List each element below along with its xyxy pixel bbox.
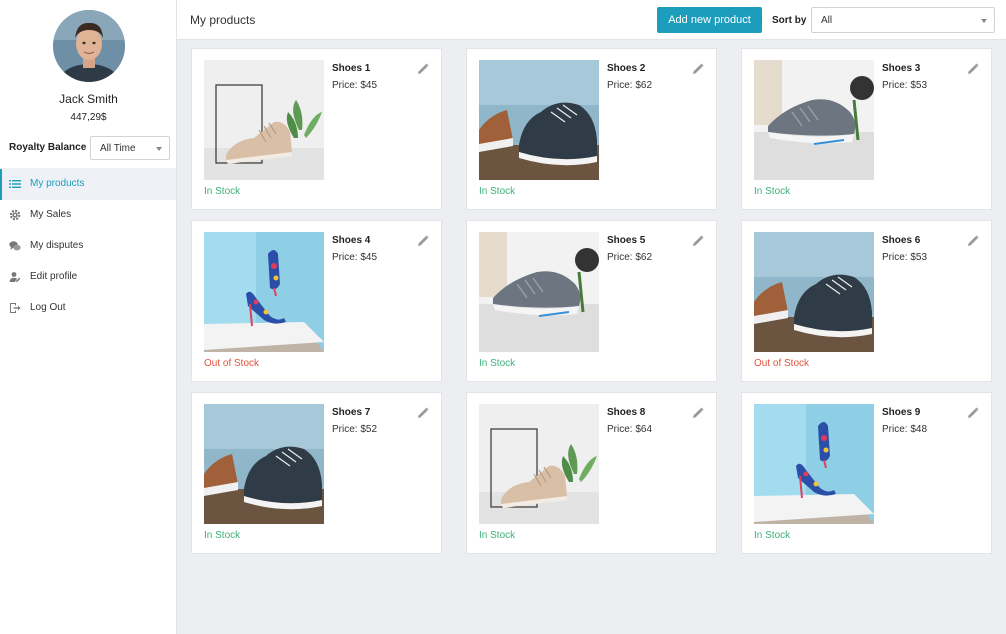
chat-icon xyxy=(9,241,21,251)
logout-icon xyxy=(10,303,21,313)
gear-icon xyxy=(9,209,21,221)
product-card[interactable]: Shoes 3 Price: $53 In Stock xyxy=(741,48,992,210)
product-name: Shoes 9 xyxy=(882,407,921,418)
product-name: Shoes 6 xyxy=(882,235,921,246)
product-card[interactable]: Shoes 4 Price: $45 Out of Stock xyxy=(191,220,442,382)
product-card[interactable]: Shoes 6 Price: $53 Out of Stock xyxy=(741,220,992,382)
product-price: Price: $48 xyxy=(882,424,928,435)
product-price: Price: $45 xyxy=(332,80,378,91)
royalty-balance-label: Royalty Balance xyxy=(9,142,87,153)
sidebar-item-label: Log Out xyxy=(30,302,66,313)
sidebar-nav: My products My Sales My disputes Edit pr… xyxy=(0,168,176,324)
product-name: Shoes 1 xyxy=(332,63,371,74)
product-card[interactable]: Shoes 1 Price: $45 In Stock xyxy=(191,48,442,210)
stock-status: In Stock xyxy=(479,530,516,541)
pencil-icon[interactable] xyxy=(967,406,979,418)
pencil-icon[interactable] xyxy=(692,234,704,246)
sidebar-item-log-out[interactable]: Log Out xyxy=(0,293,176,324)
royalty-period-select[interactable]: All Time xyxy=(90,136,170,160)
product-card[interactable]: Shoes 8 Price: $64 In Stock xyxy=(466,392,717,554)
product-name: Shoes 3 xyxy=(882,63,921,74)
product-image[interactable] xyxy=(204,232,324,352)
product-name: Shoes 4 xyxy=(332,235,371,246)
product-grid: Shoes 1 Price: $45 In Stock Shoes 2 Price: … xyxy=(191,48,993,554)
pencil-icon[interactable] xyxy=(692,62,704,74)
product-price: Price: $62 xyxy=(607,252,653,263)
sidebar-item-edit-profile[interactable]: Edit profile xyxy=(0,262,176,293)
pencil-icon[interactable] xyxy=(417,62,429,74)
product-card[interactable]: Shoes 5 Price: $62 In Stock xyxy=(466,220,717,382)
pencil-icon[interactable] xyxy=(417,234,429,246)
sort-by-select[interactable]: All xyxy=(811,7,995,33)
product-image[interactable] xyxy=(204,404,324,524)
stock-status: In Stock xyxy=(204,186,241,197)
sidebar-item-label: My Sales xyxy=(30,209,72,220)
user-edit-icon xyxy=(9,272,21,282)
chevron-down-icon xyxy=(156,147,162,151)
product-card[interactable]: Shoes 9 Price: $48 In Stock xyxy=(741,392,992,554)
product-card[interactable]: Shoes 7 Price: $52 In Stock xyxy=(191,392,442,554)
product-name: Shoes 5 xyxy=(607,235,646,246)
product-image[interactable] xyxy=(479,232,599,352)
product-name: Shoes 8 xyxy=(607,407,646,418)
user-balance: 447,29$ xyxy=(70,112,107,123)
sidebar-item-my-disputes[interactable]: My disputes xyxy=(0,231,176,262)
stock-status: In Stock xyxy=(204,530,241,541)
product-price: Price: $62 xyxy=(607,80,653,91)
top-bar: My products Add new product Sort by All xyxy=(177,0,1006,40)
sidebar-item-my-sales[interactable]: My Sales xyxy=(0,200,176,231)
sidebar-item-my-products[interactable]: My products xyxy=(0,169,176,200)
product-image[interactable] xyxy=(479,404,599,524)
pencil-icon[interactable] xyxy=(692,406,704,418)
product-price: Price: $52 xyxy=(332,424,378,435)
chevron-down-icon xyxy=(981,19,987,23)
product-card[interactable]: Shoes 2 Price: $62 In Stock xyxy=(466,48,717,210)
product-image[interactable] xyxy=(479,60,599,180)
pencil-icon[interactable] xyxy=(967,234,979,246)
stock-status: In Stock xyxy=(754,186,791,197)
sidebar: Jack Smith 447,29$ Royalty Balance All T… xyxy=(0,0,177,634)
product-image[interactable] xyxy=(754,232,874,352)
list-icon xyxy=(9,180,21,188)
stock-status: In Stock xyxy=(479,358,516,369)
pencil-icon[interactable] xyxy=(417,406,429,418)
stock-status: In Stock xyxy=(479,186,516,197)
product-price: Price: $53 xyxy=(882,80,928,91)
sort-by-label: Sort by xyxy=(772,15,807,26)
product-name: Shoes 7 xyxy=(332,407,371,418)
stock-status: In Stock xyxy=(754,530,791,541)
add-new-product-button[interactable]: Add new product xyxy=(657,7,762,33)
stock-status: Out of Stock xyxy=(204,358,260,369)
product-name: Shoes 2 xyxy=(607,63,646,74)
product-image[interactable] xyxy=(754,60,874,180)
user-name: Jack Smith xyxy=(59,92,118,106)
stock-status: Out of Stock xyxy=(754,358,810,369)
product-image[interactable] xyxy=(754,404,874,524)
sidebar-item-label: My products xyxy=(30,178,85,189)
avatar[interactable] xyxy=(53,10,125,82)
page-title: My products xyxy=(190,13,256,27)
royalty-balance-row: Royalty Balance All Time xyxy=(9,136,171,160)
product-price: Price: $64 xyxy=(607,424,653,435)
sidebar-item-label: Edit profile xyxy=(30,271,78,282)
product-price: Price: $45 xyxy=(332,252,378,263)
sort-by-value: All xyxy=(821,15,833,26)
sidebar-item-label: My disputes xyxy=(30,240,84,251)
product-image[interactable] xyxy=(204,60,324,180)
product-price: Price: $53 xyxy=(882,252,928,263)
royalty-period-value: All Time xyxy=(100,143,136,154)
pencil-icon[interactable] xyxy=(967,62,979,74)
